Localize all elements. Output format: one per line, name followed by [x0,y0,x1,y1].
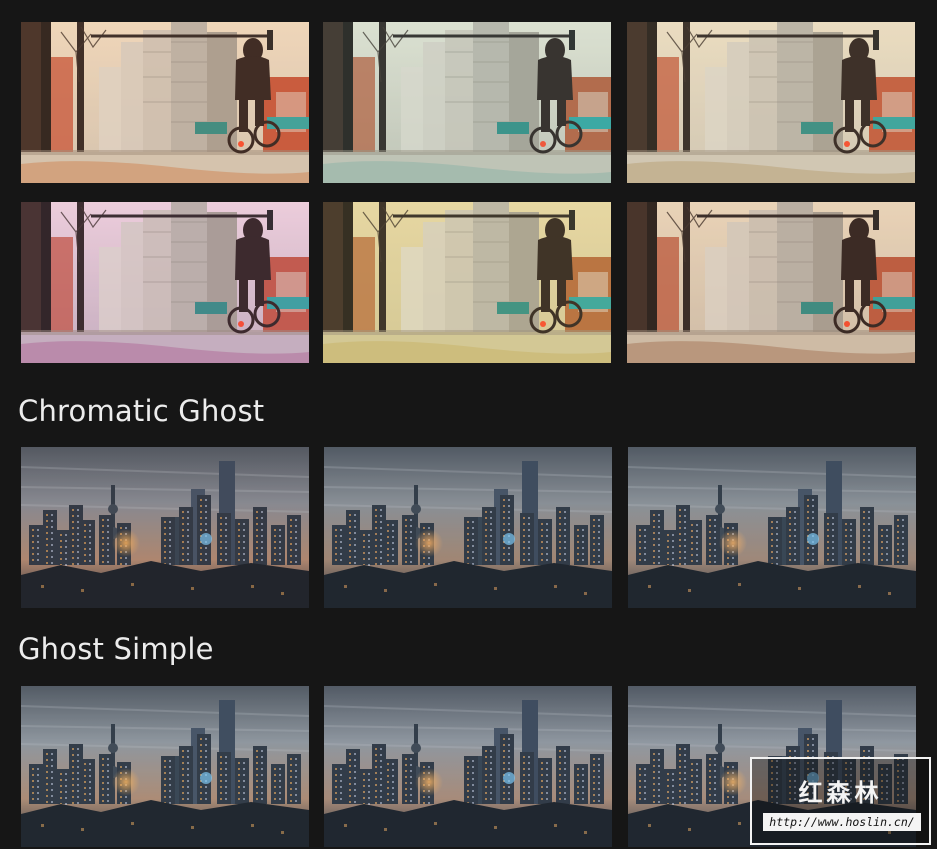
watermark-url: http://www.hoslin.cn/ [763,813,921,831]
filter-thumbnail[interactable] [21,686,309,847]
filter-thumbnail[interactable] [627,22,915,183]
filter-thumbnail[interactable] [323,202,611,363]
section-title-ghost-simple: Ghost Simple [18,632,214,666]
filter-thumbnail[interactable] [324,686,612,847]
filter-thumbnail[interactable] [324,447,612,608]
filter-thumbnail[interactable] [21,202,309,363]
section-title-chromatic-ghost: Chromatic Ghost [18,394,265,428]
filter-thumbnail[interactable] [627,202,915,363]
filter-thumbnail[interactable] [323,22,611,183]
filter-thumbnail[interactable] [21,447,309,608]
watermark-title: 红森林 [798,778,883,807]
filter-thumbnail[interactable] [628,447,916,608]
watermark-logo: 红森林 http://www.hoslin.cn/ [750,757,931,845]
filter-thumbnail[interactable] [21,22,309,183]
